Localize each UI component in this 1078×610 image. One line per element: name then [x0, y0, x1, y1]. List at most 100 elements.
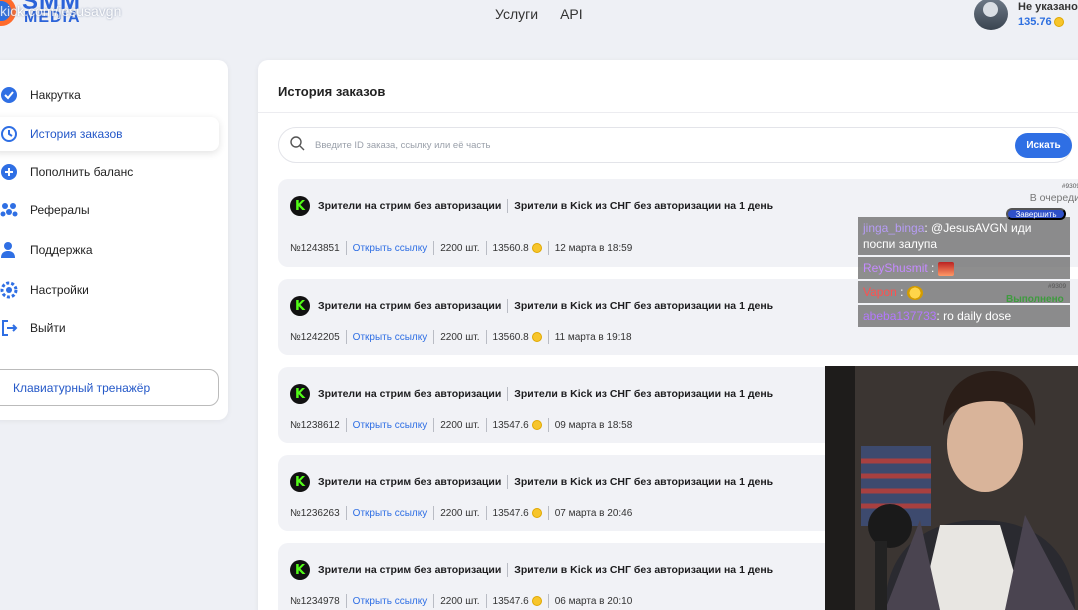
order-meta: №1234978 Открыть ссылку 2200 шт. 13547.6…: [290, 594, 632, 608]
avatar[interactable]: [974, 0, 1008, 30]
separator: [507, 387, 509, 401]
order-date: 11 марта в 19:18: [554, 331, 632, 343]
separator: [345, 241, 347, 255]
nav-api-link[interactable]: API: [560, 6, 583, 22]
check-badge-icon: [0, 86, 18, 104]
separator: [345, 506, 347, 520]
chat-username: abeba137733: [863, 309, 937, 323]
order-qty: 2200 шт.: [440, 419, 480, 431]
user-name: Не указано: [1018, 1, 1078, 13]
order-service: Зрители на стрим без авторизации: [318, 476, 502, 488]
sidebar-item-logout[interactable]: Выйти: [0, 311, 66, 345]
order-meta: №1236263 Открыть ссылку 2200 шт. 13547.6…: [290, 506, 632, 520]
open-link[interactable]: Открыть ссылку: [353, 508, 428, 519]
kick-logo-icon: K: [290, 196, 310, 216]
coin-icon: [531, 508, 542, 518]
coin-icon: [531, 596, 542, 606]
gear-icon: [0, 281, 18, 299]
sidebar-item-support[interactable]: Поддержка: [0, 233, 93, 267]
coin-icon: [531, 332, 542, 342]
search-input[interactable]: [315, 139, 995, 151]
sidebar-item-referrals[interactable]: Рефералы: [0, 193, 90, 227]
order-detail: Зрители в Kick из СНГ без авторизации на…: [514, 300, 774, 312]
order-id: №1238612: [290, 419, 340, 431]
sidebar-item-boost[interactable]: Накрутка: [0, 78, 81, 112]
history-icon: [0, 125, 18, 143]
order-title: K Зрители на стрим без авторизации Зрите…: [290, 384, 773, 404]
sidebar-item-top-up[interactable]: Пополнить баланс: [0, 155, 133, 189]
sidebar-item-label: Накрутка: [30, 88, 81, 102]
nav-services-link[interactable]: Услуги: [495, 6, 538, 22]
order-detail: Зрители в Kick из СНГ без авторизации на…: [514, 200, 774, 212]
separator: [433, 330, 435, 344]
open-link[interactable]: Открыть ссылку: [353, 243, 428, 254]
open-link[interactable]: Открыть ссылку: [353, 596, 428, 607]
emote-icon: [906, 285, 923, 300]
order-meta: №1238612 Открыть ссылку 2200 шт. 13547.6…: [290, 418, 632, 432]
order-qty: 2200 шт.: [440, 595, 480, 607]
chat-message: ReyShusmit :: [858, 257, 1070, 279]
order-date: 09 марта в 18:58: [554, 419, 633, 431]
order-detail: Зрители в Kick из СНГ без авторизации на…: [514, 564, 774, 576]
order-price: 13560.8: [492, 242, 529, 254]
order-price: 13547.6: [492, 507, 529, 519]
separator: [345, 594, 347, 608]
order-service: Зрители на стрим без авторизации: [318, 300, 502, 312]
order-date: 07 марта в 20:46: [554, 507, 633, 519]
separator: [547, 506, 549, 520]
order-detail: Зрители в Kick из СНГ без авторизации на…: [514, 388, 774, 400]
chat-message: abeba137733: ro daily dose: [858, 305, 1070, 327]
webcam-overlay: [825, 366, 1078, 610]
search-icon: [289, 135, 305, 156]
top-navigation: Услуги API: [495, 6, 583, 22]
chat-username: Vapon: [863, 285, 897, 299]
order-meta: №1243851 Открыть ссылку 2200 шт. 13560.8…: [290, 241, 632, 255]
sidebar-item-label: Поддержка: [30, 243, 93, 257]
order-date: 06 марта в 20:10: [554, 595, 633, 607]
separator: [547, 330, 549, 344]
separator: [485, 594, 487, 608]
separator: [485, 506, 487, 520]
search-button[interactable]: Искать: [1015, 133, 1072, 158]
user-balance: 135.76: [1018, 16, 1078, 28]
order-title: K Зрители на стрим без авторизации Зрите…: [290, 560, 773, 580]
keyboard-trainer-button[interactable]: Клавиатурный тренажёр: [0, 369, 219, 406]
chat-text: : ro daily dose: [936, 309, 1012, 323]
emote-icon: [937, 261, 954, 276]
sidebar-item-order-history[interactable]: История заказов: [0, 117, 219, 151]
separator: [547, 241, 549, 255]
order-price: 13560.8: [492, 331, 529, 343]
order-title: K Зрители на стрим без авторизации Зрите…: [290, 296, 773, 316]
order-detail: Зрители в Kick из СНГ без авторизации на…: [514, 476, 774, 488]
separator: [345, 330, 347, 344]
status-badge: Выполнено: [1006, 294, 1064, 305]
separator: [507, 199, 509, 213]
order-meta: №1242205 Открыть ссылку 2200 шт. 13560.8…: [290, 330, 632, 344]
sidebar-item-label: Выйти: [30, 321, 66, 335]
order-id: №1243851: [290, 242, 340, 254]
kick-logo-icon: K: [290, 472, 310, 492]
open-link[interactable]: Открыть ссылку: [353, 332, 428, 343]
sidebar: Накрутка История заказов Пополнить балан…: [0, 60, 228, 420]
separator: [547, 594, 549, 608]
separator: [485, 418, 487, 432]
user-menu[interactable]: Не указано 135.76: [974, 0, 1078, 32]
plus-circle-icon: [0, 163, 18, 181]
finish-button[interactable]: Завершить: [1006, 208, 1066, 220]
order-id: №1234978: [290, 595, 340, 607]
logout-icon: [0, 319, 18, 337]
coin-icon: [531, 420, 542, 430]
sidebar-item-label: Рефералы: [30, 203, 90, 217]
chat-text: :: [927, 261, 935, 275]
order-service: Зрители на стрим без авторизации: [318, 564, 502, 576]
coin-icon: [531, 243, 542, 253]
webcam-image: [825, 366, 1078, 610]
coin-icon: [1053, 17, 1064, 27]
sidebar-item-settings[interactable]: Настройки: [0, 273, 89, 307]
open-link[interactable]: Открыть ссылку: [353, 420, 428, 431]
search-bar: Искать: [278, 127, 1072, 163]
order-qty: 2200 шт.: [440, 331, 480, 343]
order-title: K Зрители на стрим без авторизации Зрите…: [290, 472, 773, 492]
order-id: №1236263: [290, 507, 340, 519]
separator: [433, 506, 435, 520]
